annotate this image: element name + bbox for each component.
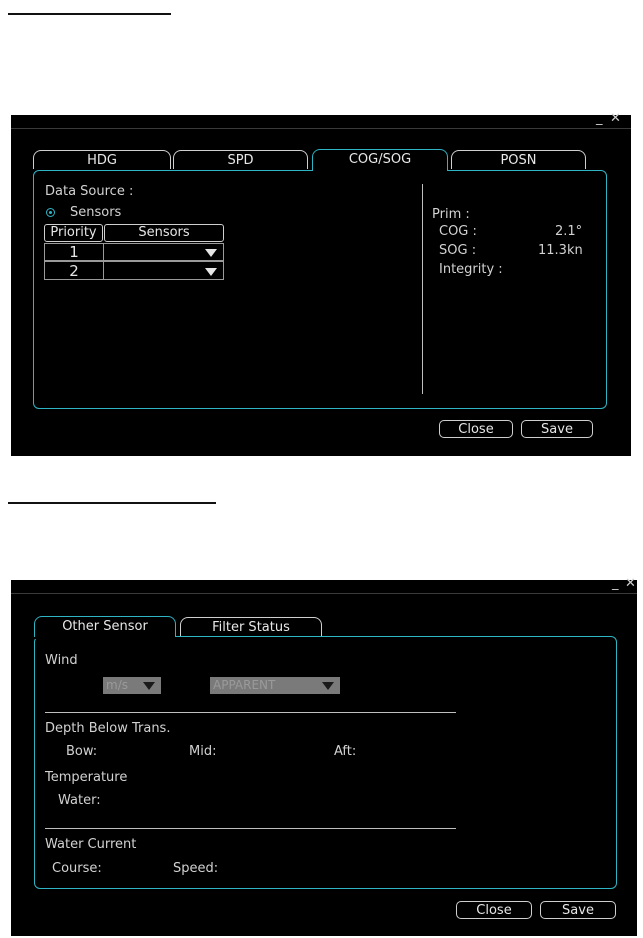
wind-unit-dropdown[interactable]: m/s (103, 677, 161, 694)
dialog-titlebar: _ ✕ (11, 577, 637, 594)
depth-label: Depth Below Trans. (45, 721, 171, 736)
wind-label: Wind (45, 653, 78, 668)
sog-label: SOG : (439, 243, 477, 258)
prim-label: Prim : (432, 207, 470, 222)
close-icon[interactable]: ✕ (625, 577, 636, 590)
speed-label: Speed: (173, 861, 219, 876)
close-button[interactable]: Close (439, 420, 513, 438)
section-underline-1 (8, 13, 171, 15)
priority-cell-2: 2 (44, 261, 104, 280)
temperature-label: Temperature (45, 770, 128, 785)
integrity-label: Integrity : (439, 262, 503, 277)
tab-other-sensor[interactable]: Other Sensor (34, 616, 176, 639)
other-sensor-dialog: _ ✕ Other Sensor Filter Status Wind m/s … (11, 577, 637, 936)
wind-mode-value: APPARENT (213, 678, 276, 692)
sensors-radio-label: Sensors (70, 205, 122, 220)
priority-cell-1: 1 (44, 243, 104, 261)
cog-label: COG : (439, 224, 477, 239)
tab-spd[interactable]: SPD (173, 150, 308, 169)
cog-sog-dialog: _ ✕ HDG SPD COG/SOG POSN Data Source : S… (11, 112, 631, 456)
aft-label: Aft: (334, 744, 357, 759)
course-label: Course: (52, 861, 102, 876)
close-button[interactable]: Close (456, 901, 532, 919)
cog-value: 2.1° (555, 224, 583, 239)
chevron-down-icon (205, 249, 217, 257)
priority-header: Priority (44, 224, 103, 242)
tab-cog-sog[interactable]: COG/SOG (312, 149, 448, 172)
sensor-dropdown-1[interactable] (103, 243, 224, 261)
wind-mode-dropdown[interactable]: APPARENT (210, 677, 340, 694)
horizontal-divider-2 (45, 828, 456, 829)
minimize-icon[interactable]: _ (612, 577, 619, 590)
save-button[interactable]: Save (521, 420, 593, 438)
tab-hdg[interactable]: HDG (33, 150, 171, 169)
tab-posn[interactable]: POSN (451, 150, 586, 169)
tab-filter-status[interactable]: Filter Status (180, 617, 322, 636)
sensors-radio[interactable] (46, 208, 55, 217)
sensors-header: Sensors (104, 224, 224, 242)
minimize-icon[interactable]: _ (596, 112, 603, 125)
section-underline-2 (8, 502, 216, 504)
chevron-down-icon (143, 682, 155, 690)
horizontal-divider-1 (45, 712, 456, 713)
vertical-divider (422, 184, 423, 394)
water-label: Water: (58, 793, 101, 808)
bow-label: Bow: (66, 744, 98, 759)
save-button[interactable]: Save (540, 901, 616, 919)
dialog-titlebar: _ ✕ (11, 112, 631, 129)
sensor-dropdown-2[interactable] (103, 261, 224, 280)
chevron-down-icon (205, 268, 217, 276)
sog-value: 11.3kn (538, 243, 583, 258)
data-source-label: Data Source : (45, 184, 134, 199)
chevron-down-icon (322, 682, 334, 690)
close-icon[interactable]: ✕ (610, 112, 621, 125)
water-current-label: Water Current (45, 837, 137, 852)
wind-unit-value: m/s (106, 678, 128, 692)
mid-label: Mid: (189, 744, 217, 759)
